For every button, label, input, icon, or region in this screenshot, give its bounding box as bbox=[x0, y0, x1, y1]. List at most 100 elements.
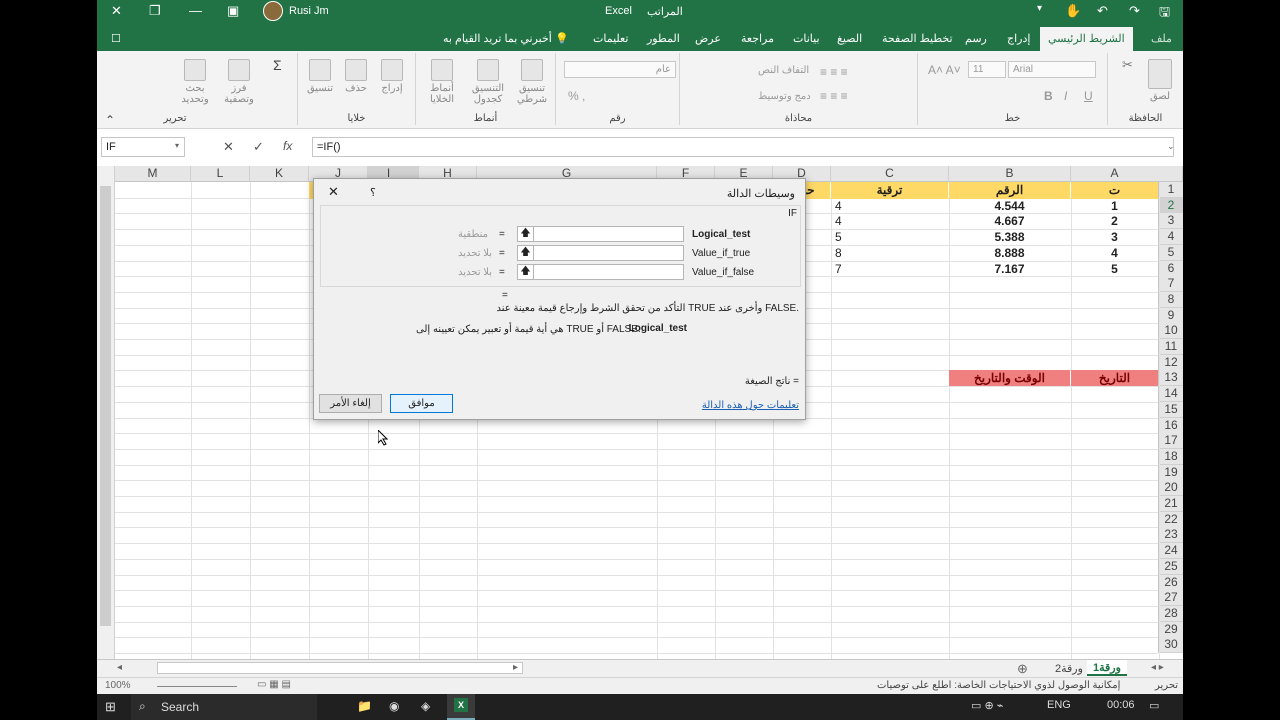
close-icon[interactable]: ✕ bbox=[111, 3, 122, 19]
cell-upgrade[interactable]: 4 bbox=[831, 213, 948, 229]
font-grow-icon[interactable]: A˄ A˅ bbox=[928, 63, 961, 77]
format-button[interactable]: تنسيق bbox=[302, 59, 338, 94]
sheet-tab-1[interactable]: ورقة1 bbox=[1087, 660, 1127, 676]
collapse-dialog-icon[interactable]: 🡅 bbox=[517, 226, 534, 242]
dialog-close-icon[interactable]: ✕ bbox=[328, 184, 339, 200]
save-icon[interactable]: 🖫 bbox=[1159, 3, 1170, 25]
cut-icon[interactable]: ✂ bbox=[1122, 57, 1133, 73]
scroll-left-icon[interactable]: ◂ bbox=[117, 662, 122, 673]
undo-icon[interactable]: ↶ bbox=[1097, 3, 1108, 19]
formula-input[interactable]: =IF() bbox=[312, 137, 1174, 157]
zoom-slider[interactable] bbox=[157, 686, 237, 687]
row-header[interactable]: 6 bbox=[1158, 260, 1183, 277]
scroll-right-icon[interactable]: ▸ bbox=[513, 662, 518, 673]
cell-index[interactable]: 5 bbox=[1071, 261, 1158, 277]
collapse-ribbon-icon[interactable]: ⌃ bbox=[105, 113, 115, 127]
collapse-dialog-icon[interactable]: 🡅 bbox=[517, 245, 534, 261]
dialog-help-button[interactable]: ؟ bbox=[370, 186, 376, 199]
expand-formula-icon[interactable]: ⌄ bbox=[1167, 141, 1175, 152]
share-icon[interactable]: ☐ bbox=[111, 32, 121, 45]
cell-index[interactable]: 4 bbox=[1071, 245, 1158, 261]
row-header[interactable]: 27 bbox=[1158, 590, 1183, 607]
tab-file[interactable]: ملف bbox=[1151, 32, 1172, 45]
cell-datetime-label[interactable]: الوقت والتاريخ bbox=[949, 370, 1070, 387]
logical-test-input[interactable] bbox=[517, 226, 684, 242]
header-cell-a[interactable]: ت bbox=[1071, 182, 1158, 199]
cell-upgrade[interactable]: 8 bbox=[831, 245, 948, 261]
cell-index[interactable]: 2 bbox=[1071, 213, 1158, 229]
row-header[interactable]: 16 bbox=[1158, 417, 1183, 434]
row-header[interactable]: 30 bbox=[1158, 637, 1183, 654]
row-header[interactable]: 2 bbox=[1158, 197, 1183, 214]
row-header[interactable]: 7 bbox=[1158, 276, 1183, 293]
bold-icon[interactable]: B bbox=[1044, 89, 1053, 103]
tab-developer[interactable]: المطور bbox=[647, 32, 680, 45]
cell-upgrade[interactable]: 4 bbox=[831, 198, 948, 214]
row-header[interactable]: 24 bbox=[1158, 543, 1183, 560]
percent-icon[interactable]: % , bbox=[568, 89, 585, 103]
language-indicator[interactable]: ENG bbox=[1047, 699, 1071, 711]
column-header-a[interactable]: A bbox=[1071, 166, 1159, 182]
zoom-level[interactable]: 100% bbox=[105, 680, 131, 691]
tab-insert[interactable]: إدراج bbox=[1007, 32, 1030, 45]
header-cell-b[interactable]: الرقم bbox=[949, 182, 1070, 199]
name-box[interactable]: IF bbox=[101, 137, 185, 157]
namebox-dropdown-icon[interactable]: ▾ bbox=[175, 141, 179, 150]
redo-icon[interactable]: ↷ bbox=[1129, 3, 1140, 19]
column-header-k[interactable]: K bbox=[250, 166, 309, 182]
row-header[interactable]: 15 bbox=[1158, 401, 1183, 418]
italic-icon[interactable]: I bbox=[1064, 89, 1067, 103]
row-header[interactable]: 8 bbox=[1158, 291, 1183, 308]
row-header[interactable]: 1 bbox=[1158, 182, 1183, 198]
search-box[interactable]: ⌕ Search bbox=[131, 694, 317, 720]
tab-data[interactable]: بيانات bbox=[793, 32, 820, 45]
minimize-icon[interactable]: — bbox=[189, 3, 202, 18]
collapse-dialog-icon[interactable]: 🡅 bbox=[517, 264, 534, 280]
row-header[interactable]: 14 bbox=[1158, 386, 1183, 403]
row-header[interactable]: 5 bbox=[1158, 244, 1183, 261]
tab-draw[interactable]: رسم bbox=[965, 32, 987, 45]
clock[interactable]: 00:06 bbox=[1107, 699, 1135, 711]
cell-number[interactable]: 7.167 bbox=[949, 261, 1070, 277]
customize-qat-icon[interactable]: ▾ bbox=[1037, 3, 1042, 14]
row-header[interactable]: 19 bbox=[1158, 464, 1183, 481]
scroll-thumb[interactable] bbox=[100, 186, 111, 626]
enter-entry-icon[interactable]: ✓ bbox=[253, 139, 264, 155]
tab-page-layout[interactable]: تخطيط الصفحة bbox=[882, 32, 953, 45]
tab-view[interactable]: عرض bbox=[695, 32, 721, 45]
font-size-select[interactable]: 11 bbox=[968, 61, 1006, 78]
sheet-nav-icon[interactable]: ◂ ▸ bbox=[1151, 662, 1164, 673]
cancel-entry-icon[interactable]: ✕ bbox=[223, 139, 234, 155]
tab-formulas[interactable]: الصيغ bbox=[837, 32, 862, 45]
page-view-icons[interactable]: ▭ ▦ ▤ bbox=[257, 679, 291, 690]
cell-number[interactable]: 5.388 bbox=[949, 229, 1070, 245]
cell-number[interactable]: 8.888 bbox=[949, 245, 1070, 261]
cell-styles-button[interactable]: أنماط الخلايا bbox=[420, 59, 464, 105]
value-if-false-input[interactable] bbox=[517, 264, 684, 280]
merge-center-button[interactable]: دمج وتوسيط bbox=[758, 91, 811, 102]
autosum-icon[interactable]: Σ bbox=[273, 57, 282, 73]
ok-button[interactable]: موافق bbox=[390, 394, 453, 413]
column-header-c[interactable]: C bbox=[831, 166, 949, 182]
file-explorer-icon[interactable]: 📁 bbox=[357, 699, 372, 713]
header-cell-c[interactable]: ترقية bbox=[831, 182, 948, 199]
font-name-select[interactable]: Arial bbox=[1008, 61, 1096, 78]
horizontal-scrollbar[interactable] bbox=[157, 662, 523, 674]
restore-icon[interactable]: ❐ bbox=[149, 3, 161, 19]
touch-mode-icon[interactable]: ✋ bbox=[1065, 3, 1081, 19]
new-sheet-icon[interactable]: ⊕ bbox=[1017, 661, 1028, 677]
underline-icon[interactable]: U bbox=[1084, 89, 1093, 103]
cancel-button[interactable]: إلغاء الأمر bbox=[319, 394, 382, 413]
row-header[interactable]: 20 bbox=[1158, 480, 1183, 497]
function-help-link[interactable]: تعليمات حول هذه الدالة bbox=[702, 400, 799, 411]
firefox-icon[interactable]: ◉ bbox=[389, 699, 399, 713]
row-header[interactable]: 12 bbox=[1158, 354, 1183, 371]
cell-index[interactable]: 1 bbox=[1071, 198, 1158, 214]
number-format-select[interactable]: عام bbox=[564, 61, 676, 78]
row-header[interactable]: 13 bbox=[1158, 370, 1183, 387]
row-header[interactable]: 23 bbox=[1158, 527, 1183, 544]
avatar[interactable] bbox=[263, 1, 283, 21]
row-header[interactable]: 26 bbox=[1158, 574, 1183, 591]
insert-function-icon[interactable]: fx bbox=[283, 139, 292, 153]
row-header[interactable]: 17 bbox=[1158, 433, 1183, 450]
